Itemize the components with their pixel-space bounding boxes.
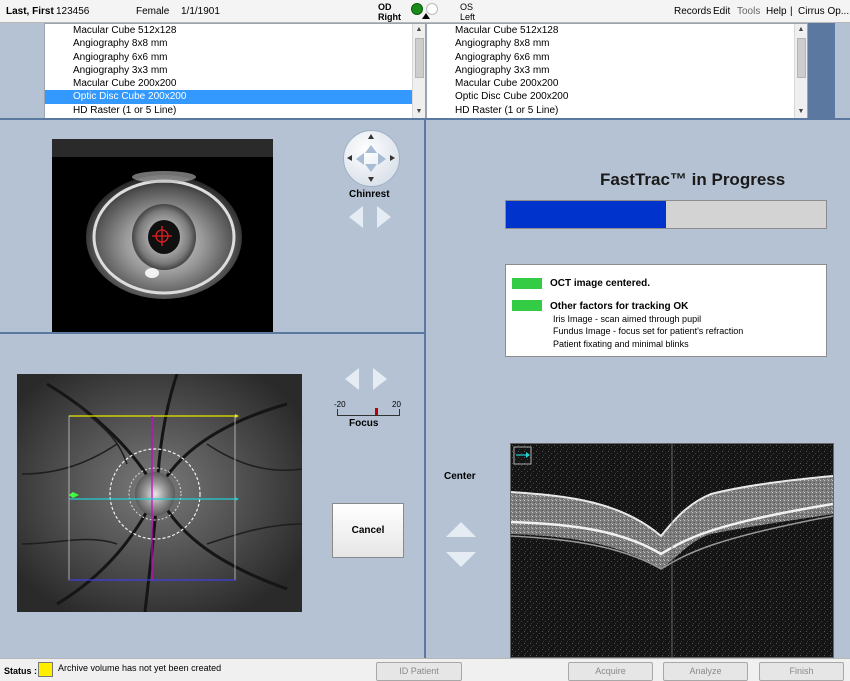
patient-id: 123456: [56, 6, 90, 17]
scroll-up-icon[interactable]: ▲: [795, 25, 807, 35]
scan-item[interactable]: Angiography 8x8 mm: [427, 37, 807, 50]
od-label: OD: [378, 2, 392, 12]
tracking-detail: Fundus Image - focus set for patient's r…: [553, 326, 744, 336]
scroll-thumb[interactable]: [415, 38, 424, 78]
center-down-arrow-icon[interactable]: [446, 552, 476, 567]
joystick-inner-up-icon: [365, 145, 377, 153]
tracking-ok-text: Other factors for tracking OK: [550, 301, 689, 312]
scan-item[interactable]: Angiography 6x6 mm: [45, 51, 425, 64]
focus-min-label: -20: [334, 400, 346, 409]
scan-item[interactable]: Angiography 3x3 mm: [427, 64, 807, 77]
scan-item[interactable]: HD Raster (1 or 5 Line): [427, 104, 807, 117]
scan-item[interactable]: Angiography 6x6 mm: [427, 51, 807, 64]
chinrest-right-icon[interactable]: [390, 155, 395, 161]
tracking-ok-indicator: [512, 300, 542, 311]
eye-pointer-icon: [422, 13, 430, 19]
scan-item[interactable]: Macular Cube 512x128: [427, 24, 807, 37]
joystick-inner-right-icon: [378, 153, 386, 165]
oct-bscan-graphic: [510, 444, 834, 657]
scroll-thumb[interactable]: [797, 38, 806, 78]
os-label: OS: [460, 2, 474, 12]
focus-label: Focus: [349, 418, 379, 429]
analyze-button[interactable]: Analyze: [663, 662, 748, 681]
cancel-button[interactable]: Cancel: [332, 503, 404, 558]
os-sub-label: Left: [460, 12, 476, 22]
focus-scale[interactable]: [337, 408, 400, 416]
scan-item[interactable]: Optic Disc Cube 200x200: [427, 90, 807, 103]
scan-item[interactable]: HD Raster (1 or 5 Line): [45, 104, 425, 117]
scroll-down-icon[interactable]: ▼: [413, 107, 425, 117]
oct-centered-indicator: [512, 278, 542, 289]
focus-tick: [399, 409, 400, 415]
chinrest-down-icon[interactable]: [368, 177, 374, 182]
iris-image: [52, 139, 273, 332]
focus-left-arrow-icon[interactable]: [345, 368, 359, 390]
menu-separator: |: [790, 6, 793, 17]
scan-item[interactable]: Macular Cube 200x200: [427, 77, 807, 90]
scan-list-os-scrollbar[interactable]: ▲ ▼: [794, 24, 807, 118]
status-label: Status :: [4, 666, 38, 676]
vertical-divider: [424, 118, 426, 658]
scan-item[interactable]: Angiography 8x8 mm: [45, 37, 425, 50]
fasttrac-progress-bar: [505, 200, 827, 229]
tracking-detail: Iris Image - scan aimed through pupil: [553, 314, 702, 324]
tracking-status-box: OCT image centered. Other factors for tr…: [505, 264, 827, 357]
finish-button[interactable]: Finish: [759, 662, 844, 681]
oct-centered-text: OCT image centered.: [550, 278, 651, 289]
focus-marker[interactable]: [374, 408, 378, 415]
oct-bscan-image: [510, 443, 834, 658]
scan-list-od[interactable]: Macular Cube 512x128 Angiography 8x8 mm …: [44, 23, 426, 119]
chinrest-up-icon[interactable]: [368, 134, 374, 139]
right-strip-accent: [807, 23, 835, 118]
scan-list-os[interactable]: Macular Cube 512x128 Angiography 8x8 mm …: [426, 23, 808, 119]
iris-image-graphic: [52, 139, 273, 299]
focus-right-arrow-icon[interactable]: [373, 368, 387, 390]
center-up-arrow-icon[interactable]: [446, 522, 476, 537]
chinrest-left-icon[interactable]: [347, 155, 352, 161]
focus-max-label: 20: [392, 400, 401, 409]
horizontal-divider-left: [0, 332, 424, 334]
id-patient-button[interactable]: ID Patient: [376, 662, 462, 681]
center-label: Center: [444, 471, 476, 482]
title-bar: Last, First 123456 Female 1/1/1901 OD Ri…: [0, 0, 850, 23]
menu-records[interactable]: Records: [674, 6, 711, 17]
status-bar: Status : Archive volume has not yet been…: [0, 658, 850, 681]
od-sub-label: Right: [378, 12, 401, 22]
menu-tools[interactable]: Tools: [737, 6, 760, 17]
app-title: Cirrus Op...: [798, 6, 850, 17]
chinrest-label: Chinrest: [349, 189, 390, 200]
fasttrac-progress-fill: [506, 201, 666, 228]
joystick-inner-down-icon: [365, 164, 377, 172]
scan-list-od-scrollbar[interactable]: ▲ ▼: [412, 24, 425, 118]
chinrest-left-arrow-icon[interactable]: [349, 206, 363, 228]
patient-name: Last, First: [6, 6, 54, 17]
fundus-image-graphic: [17, 373, 303, 613]
scan-item[interactable]: Macular Cube 512x128: [45, 24, 425, 37]
chinrest-right-arrow-icon[interactable]: [377, 206, 391, 228]
scan-item[interactable]: Macular Cube 200x200: [45, 77, 425, 90]
patient-dob: 1/1/1901: [181, 6, 220, 17]
scan-item[interactable]: Angiography 3x3 mm: [45, 64, 425, 77]
scroll-down-icon[interactable]: ▼: [795, 107, 807, 117]
acquire-button[interactable]: Acquire: [568, 662, 653, 681]
fundus-image: [17, 373, 303, 613]
status-indicator: [38, 662, 53, 677]
scan-item-selected[interactable]: Optic Disc Cube 200x200: [45, 90, 413, 104]
scroll-up-icon[interactable]: ▲: [413, 25, 425, 35]
menu-edit[interactable]: Edit: [713, 6, 730, 17]
fasttrac-title: FastTrac™ in Progress: [600, 170, 786, 189]
left-strip: [0, 23, 45, 118]
menu-help[interactable]: Help: [766, 6, 787, 17]
chinrest-joystick[interactable]: [343, 130, 400, 187]
focus-tick: [337, 409, 338, 415]
joystick-inner-left-icon: [356, 153, 364, 165]
patient-gender: Female: [136, 6, 170, 17]
tracking-detail: Patient fixating and minimal blinks: [553, 339, 689, 349]
status-message: Archive volume has not yet been created: [58, 663, 222, 673]
